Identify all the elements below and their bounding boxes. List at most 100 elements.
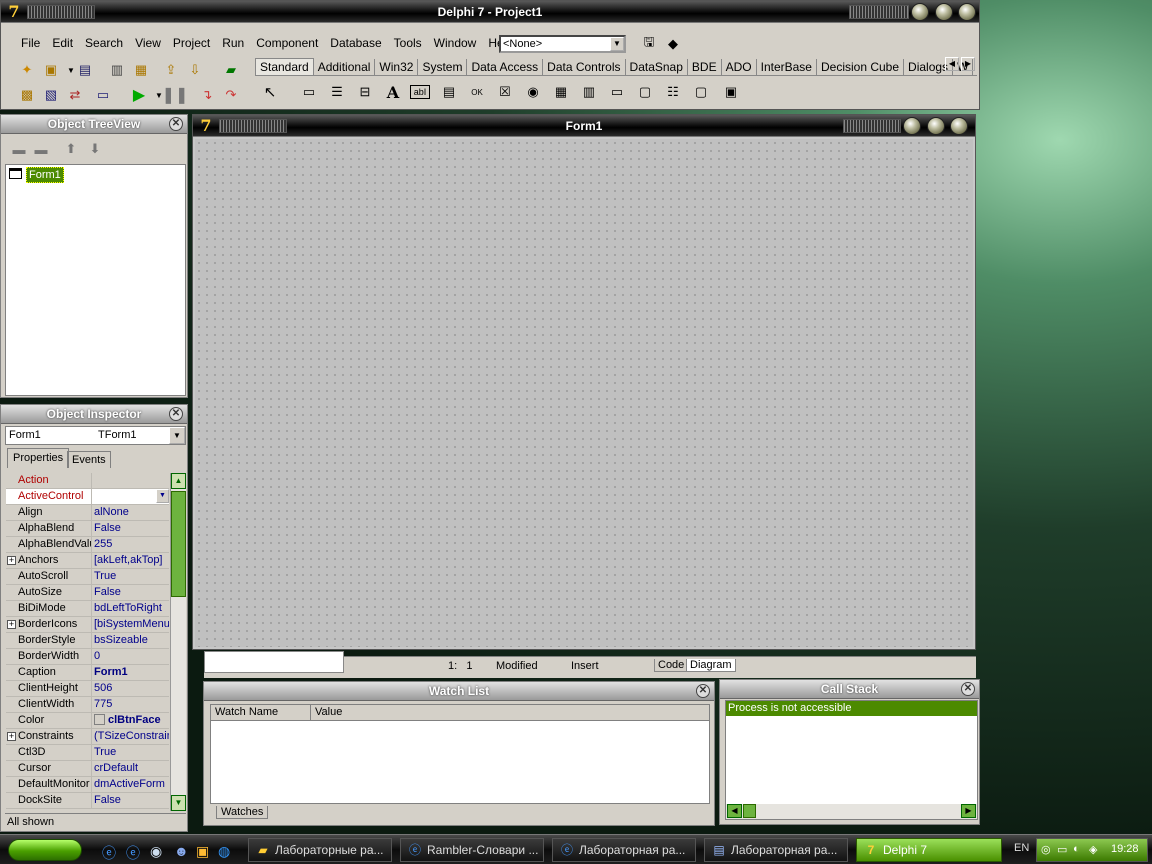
step-over-icon[interactable]: ↷ [221,85,241,105]
view-form-icon[interactable]: ▧ [41,85,61,105]
property-row[interactable]: AutoScroll True [6,569,169,585]
open-project-icon[interactable]: ▦ [131,60,151,80]
tab-win32[interactable]: Win32 [375,59,419,75]
quicklaunch-ie-icon[interactable]: ⓔ [102,843,116,863]
view-unit-icon[interactable]: ▩ [17,85,37,105]
object-selector[interactable]: Form1 TForm1 ▼ [5,426,186,445]
palette-scroll-right-icon[interactable]: ▶ [961,57,975,71]
call-stack-title-bar[interactable]: Call Stack ✕ [720,680,979,699]
property-value[interactable]: [biSystemMenu, [93,617,169,632]
chevron-down-icon[interactable]: ▼ [610,37,624,51]
property-value[interactable]: False [93,793,169,808]
property-value[interactable]: False [93,585,169,600]
tab-data-controls[interactable]: Data Controls [543,59,626,75]
scroll-thumb[interactable] [171,491,186,597]
tab-system[interactable]: System [418,59,468,75]
property-row[interactable]: DockSite False [6,793,169,809]
edit-component-icon[interactable]: abI [410,85,430,99]
clock[interactable]: 19:28 [1111,843,1139,855]
minimize-button[interactable] [903,117,921,135]
button-component-icon[interactable]: OK [467,82,487,102]
property-row[interactable]: + Anchors [akLeft,akTop] [6,553,169,569]
call-stack-message[interactable]: Process is not accessible [726,701,977,716]
property-row[interactable]: AutoSize False [6,585,169,601]
close-icon[interactable]: ✕ [169,407,183,421]
property-row[interactable]: ClientWidth 775 [6,697,169,713]
object-inspector-title-bar[interactable]: Object Inspector ✕ [1,405,187,424]
menu-file[interactable]: File [15,32,46,54]
tab-interbase[interactable]: InterBase [757,59,817,75]
menu-edit[interactable]: Edit [46,32,79,54]
radiobutton-component-icon[interactable]: ◉ [523,82,543,102]
listbox-component-icon[interactable]: ▦ [551,82,571,102]
menu-database[interactable]: Database [324,32,387,54]
property-value[interactable]: clBtnFace [93,713,169,728]
property-value[interactable]: False [93,521,169,536]
call-stack-hscroll[interactable]: ◀ ▶ [726,804,977,819]
property-row[interactable]: + Constraints (TSizeConstrain [6,729,169,745]
taskbar-item-4[interactable]: ▤ Лабораторная ра... [704,838,848,862]
tab-datasnap[interactable]: DataSnap [626,59,688,75]
property-row[interactable]: BiDiMode bdLeftToRight [6,601,169,617]
folder-new-icon[interactable]: ▬ [31,139,51,159]
property-row[interactable]: ClientHeight 506 [6,681,169,697]
desktop-combo[interactable]: <None> ▼ [499,35,626,53]
tab-data-access[interactable]: Data Access [467,59,544,75]
close-icon[interactable]: ✕ [961,682,975,696]
start-button[interactable] [8,839,82,861]
maximize-button[interactable] [935,3,953,21]
property-value[interactable]: 775 [93,697,169,712]
panel-component-icon[interactable]: ▢ [691,82,711,102]
property-value[interactable]: crDefault [93,761,169,776]
menu-component[interactable]: Component [250,32,324,54]
text-component-icon[interactable]: A [383,82,403,102]
save-desktop-icon[interactable]: 🖫 [639,34,659,54]
property-value[interactable]: ▼ [93,489,169,504]
checkbox-component-icon[interactable]: ☒ [495,82,515,102]
property-row[interactable]: BorderStyle bsSizeable [6,633,169,649]
tray-volume-icon[interactable]: ◐ [1073,843,1080,855]
tab-additional[interactable]: Additional [314,59,376,75]
taskbar-item-delphi[interactable]: 7 Delphi 7 [856,838,1002,862]
property-row[interactable]: Cursor crDefault [6,761,169,777]
combobox-component-icon[interactable]: ▥ [579,82,599,102]
language-indicator[interactable]: EN [1014,842,1029,854]
arrow-down-icon[interactable]: ⬇ [85,139,105,159]
scroll-right-icon[interactable]: ▶ [961,804,976,818]
column-value[interactable]: Value [315,705,342,720]
groupbox-component-icon[interactable]: ▢ [635,82,655,102]
property-value[interactable]: bdLeftToRight [93,601,169,616]
quicklaunch-app-icon[interactable]: ▣ [196,843,209,860]
scroll-down-icon[interactable]: ▼ [171,795,186,811]
scroll-left-icon[interactable]: ◀ [727,804,742,818]
save-all-icon[interactable]: ▥ [107,60,127,80]
tab-bde[interactable]: BDE [688,59,722,75]
debug-desktop-icon[interactable]: ◆ [663,34,683,54]
open-icon[interactable]: ▣ [41,60,61,80]
scrollbar-component-icon[interactable]: ▭ [607,82,627,102]
maximize-button[interactable] [927,117,945,135]
taskbar-item-1[interactable]: ▰ Лабораторные ра... [248,838,392,862]
property-row[interactable]: ActiveControl ▼ [6,489,169,505]
tab-events[interactable]: Events [67,451,111,468]
property-row[interactable]: BorderWidth 0 [6,649,169,665]
close-icon[interactable]: ✕ [696,684,710,698]
tab-code[interactable]: Code [654,659,689,672]
form-design-surface[interactable] [195,139,973,647]
property-row[interactable]: Action [6,473,169,489]
property-row[interactable]: Color clBtnFace [6,713,169,729]
property-row[interactable]: DefaultMonitor dmActiveForm [6,777,169,793]
treeview-item-form1[interactable]: Form1 [26,167,64,183]
minimize-button[interactable] [911,3,929,21]
close-button[interactable] [958,3,976,21]
quicklaunch-mail-icon[interactable]: ◍ [218,843,230,860]
inspector-scrollbar[interactable]: ▲ ▼ [170,473,186,811]
watch-list-title-bar[interactable]: Watch List ✕ [204,682,714,701]
chevron-down-icon[interactable]: ▼ [169,427,185,444]
help-book-icon[interactable]: ▰ [221,60,241,80]
menu-run[interactable]: Run [216,32,250,54]
property-row[interactable]: Align alNone [6,505,169,521]
mainmenu-component-icon[interactable]: ▭ [299,82,319,102]
property-value[interactable]: Form1 [93,665,169,680]
property-row[interactable]: AlphaBlendValu 255 [6,537,169,553]
